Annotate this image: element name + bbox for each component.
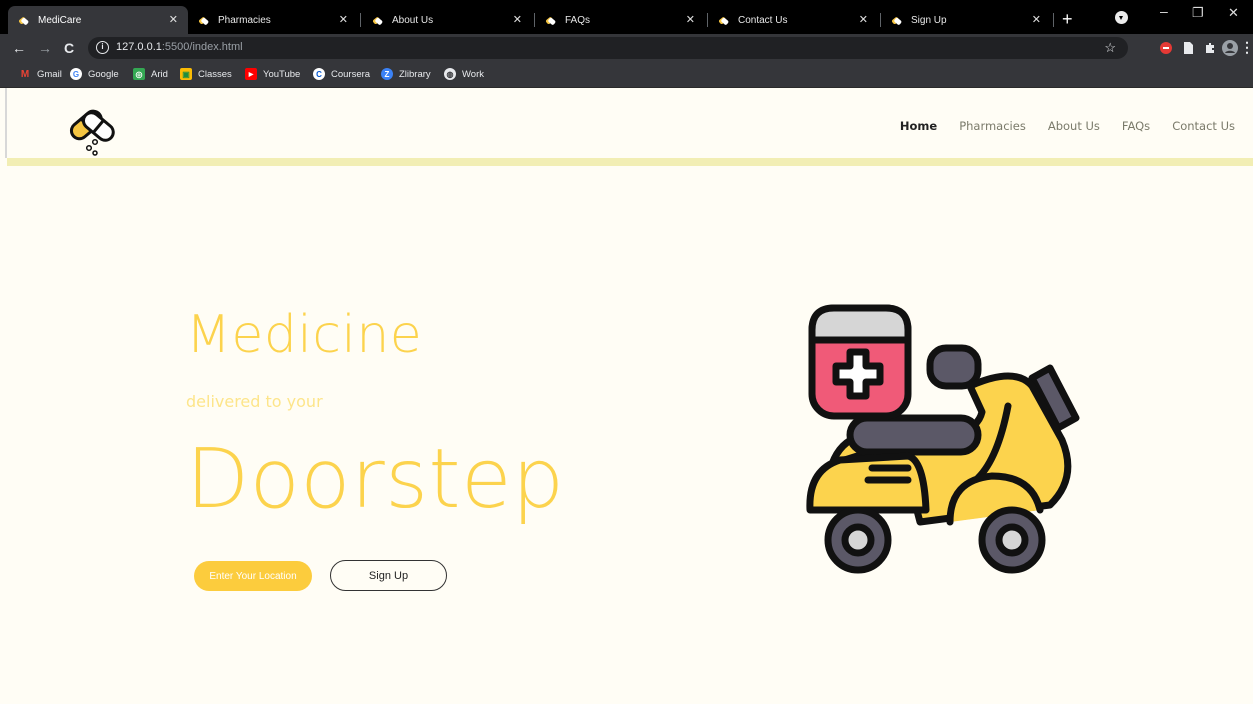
favicon-icon	[18, 14, 30, 26]
close-tab-icon[interactable]: ✕	[513, 13, 522, 26]
favicon-icon	[198, 14, 210, 26]
favicon-icon	[718, 14, 730, 26]
pill-logo-icon[interactable]	[65, 96, 121, 156]
favicon-icon	[891, 14, 903, 26]
tab-title: Contact Us	[738, 14, 788, 26]
coursera-icon: C	[313, 68, 325, 80]
bookmark-work[interactable]: ◍ Work	[444, 68, 484, 80]
favicon-icon	[545, 14, 557, 26]
bookmark-google[interactable]: G Google	[70, 68, 119, 80]
tab-pharmacies[interactable]: Pharmacies ✕	[188, 6, 358, 34]
adblock-extension-icon[interactable]	[1160, 42, 1172, 54]
classroom-icon: ▣	[180, 68, 192, 80]
tab-title: MediCare	[38, 14, 82, 26]
tab-title: About Us	[392, 14, 434, 26]
tab-separator	[1053, 13, 1054, 27]
google-icon: G	[70, 68, 82, 80]
nav-faqs[interactable]: FAQs	[1122, 119, 1150, 133]
nav-pharmacies[interactable]: Pharmacies	[959, 119, 1026, 133]
address-bar[interactable]: i 127.0.0.1:5500/index.html ☆	[88, 37, 1128, 59]
close-tab-icon[interactable]: ✕	[1032, 13, 1041, 26]
site-header: Home Pharmacies About Us FAQs Contact Us	[7, 88, 1253, 158]
header-accent-bar	[7, 158, 1253, 166]
hero-title: Medicine	[186, 305, 423, 365]
bookmark-gmail[interactable]: M Gmail	[19, 68, 62, 80]
gmail-icon: M	[20, 68, 30, 80]
bookmark-classes[interactable]: ▣ Classes	[180, 68, 232, 80]
zlibrary-icon: Z	[381, 68, 393, 80]
globe-icon: ◍	[444, 68, 456, 80]
restore-icon[interactable]: ❐	[1192, 5, 1204, 21]
bookmarks-bar: M Gmail G Google ◎ Arid ▣ Classes ▶ YouTube C…	[0, 62, 1253, 88]
browser-toolbar: ← → C i 127.0.0.1:5500/index.html ☆ ⋮	[0, 34, 1253, 62]
tab-about-us[interactable]: About Us ✕	[362, 6, 532, 34]
hero-headline: Doorstep	[186, 432, 565, 527]
close-window-icon[interactable]: ✕	[1228, 5, 1239, 21]
sign-up-button[interactable]: Sign Up	[330, 560, 447, 591]
reload-icon[interactable]: C	[64, 38, 74, 58]
bookmark-star-icon[interactable]: ☆	[1104, 40, 1116, 56]
profile-avatar-icon[interactable]	[1222, 40, 1238, 56]
hero-subtitle: delivered to your	[186, 392, 323, 411]
tab-title: Pharmacies	[218, 14, 271, 26]
tab-separator	[360, 13, 361, 27]
tab-title: FAQs	[565, 14, 591, 26]
site-info-icon[interactable]: i	[96, 41, 109, 54]
nav-about-us[interactable]: About Us	[1048, 119, 1100, 133]
tab-faqs[interactable]: FAQs ✕	[535, 6, 705, 34]
close-tab-icon[interactable]: ✕	[169, 13, 178, 26]
nav-contact-us[interactable]: Contact Us	[1172, 119, 1235, 133]
enter-location-button[interactable]: Enter Your Location	[194, 561, 312, 591]
new-tab-button[interactable]: +	[1062, 8, 1073, 30]
document-extension-icon[interactable]	[1182, 42, 1194, 54]
bookmark-arid[interactable]: ◎ Arid	[133, 68, 168, 80]
close-tab-icon[interactable]: ✕	[339, 13, 348, 26]
close-tab-icon[interactable]: ✕	[686, 13, 695, 26]
bookmark-coursera[interactable]: C Coursera	[313, 68, 370, 80]
puzzle-extensions-icon[interactable]	[1204, 42, 1216, 54]
back-arrow-icon[interactable]: ←	[12, 38, 26, 58]
tab-title: Sign Up	[911, 14, 947, 26]
more-menu-icon[interactable]: ⋮	[1240, 37, 1253, 57]
tab-sign-up[interactable]: Sign Up ✕	[881, 6, 1051, 34]
bookmark-youtube[interactable]: ▶ YouTube	[245, 68, 300, 80]
tab-medicare[interactable]: MediCare ✕	[8, 6, 188, 34]
media-record-icon[interactable]	[1115, 11, 1128, 24]
main-nav: Home Pharmacies About Us FAQs Contact Us	[878, 119, 1235, 133]
youtube-icon: ▶	[245, 68, 257, 80]
arid-icon: ◎	[133, 68, 145, 80]
bookmark-zlibrary[interactable]: Z Zlibrary	[381, 68, 431, 80]
forward-arrow-icon[interactable]: →	[38, 38, 52, 58]
nav-home[interactable]: Home	[900, 119, 937, 133]
favicon-icon	[372, 14, 384, 26]
tab-contact-us[interactable]: Contact Us ✕	[708, 6, 878, 34]
url-text: 127.0.0.1:5500/index.html	[116, 41, 243, 53]
close-tab-icon[interactable]: ✕	[859, 13, 868, 26]
browser-tab-strip: MediCare ✕ Pharmacies ✕ About Us ✕ FAQs …	[0, 0, 1253, 34]
delivery-scooter-illustration	[806, 304, 1080, 574]
minimize-icon[interactable]: –	[1160, 3, 1168, 19]
